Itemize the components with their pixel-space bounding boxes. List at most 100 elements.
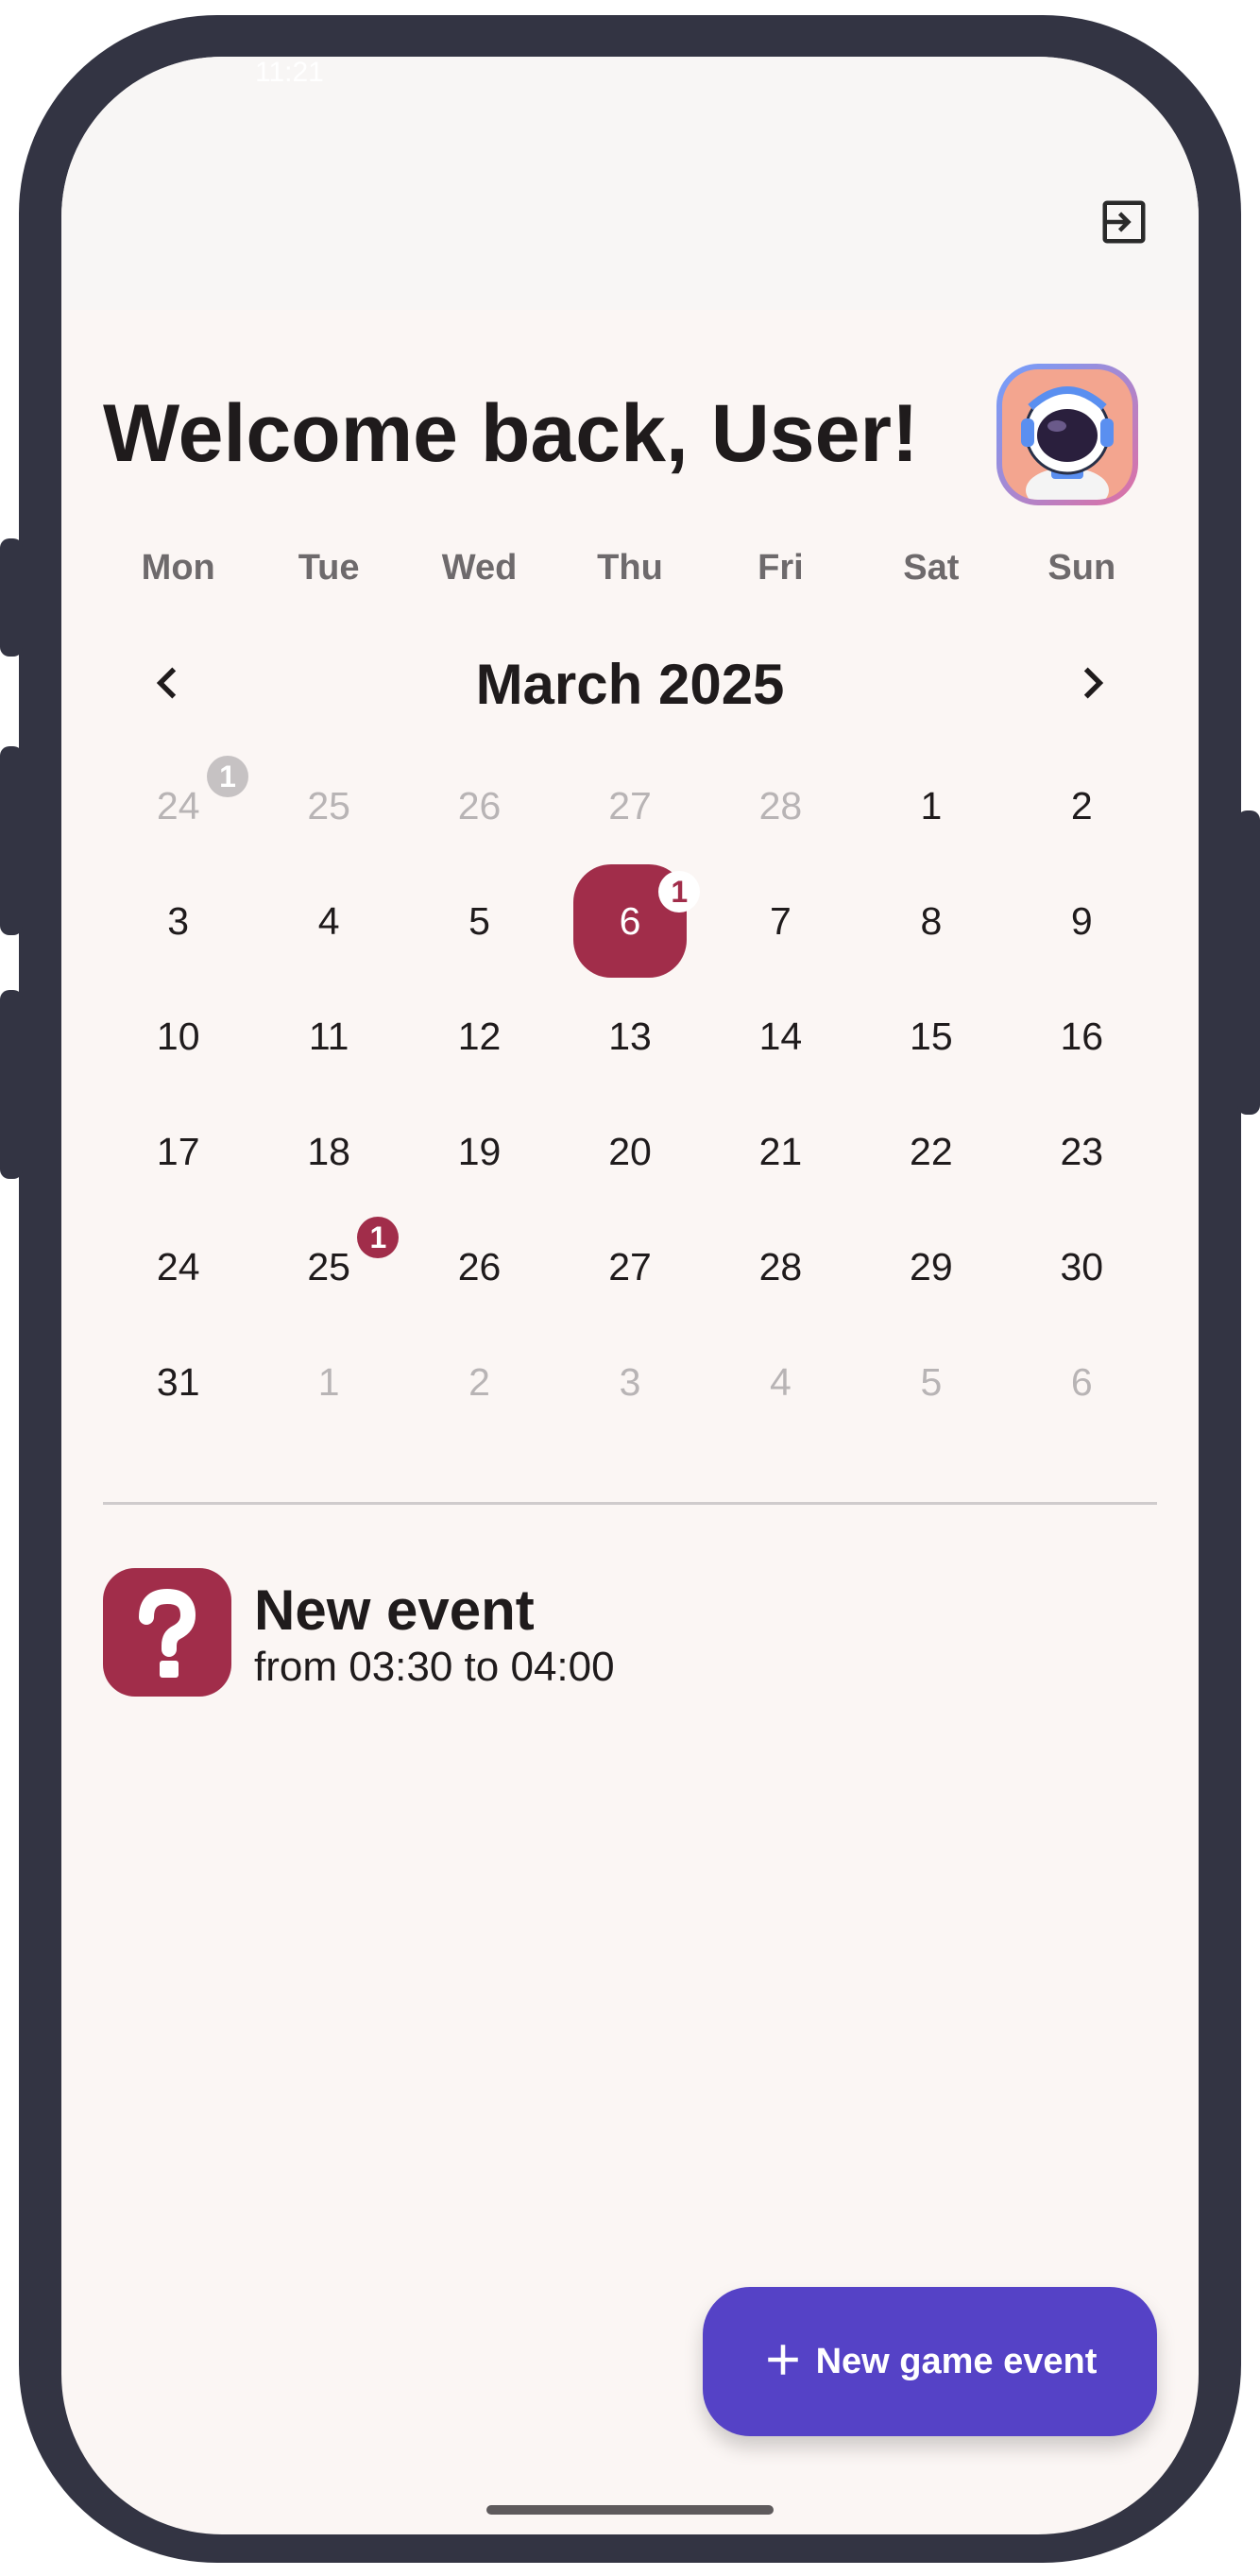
calendar-day[interactable]: 3 [103,863,253,979]
calendar-day[interactable]: 14 [706,979,856,1094]
logout-icon[interactable] [1098,196,1149,247]
calendar-day-number: 4 [317,898,340,943]
calendar-day-number: 3 [167,898,190,943]
calendar-day[interactable]: 1 [856,748,1006,863]
side-button-right [1237,810,1260,1115]
calendar-day-number: 25 [307,783,350,827]
question-mark-icon [103,1568,231,1697]
calendar-day[interactable]: 24 [103,1209,253,1324]
calendar-day[interactable]: 25 1 [253,1209,403,1324]
calendar-day-number: 20 [608,1129,652,1173]
calendar-day[interactable]: 19 [404,1094,554,1209]
weekday-label: Wed [441,548,518,588]
calendar-day[interactable]: 4 [706,1324,856,1440]
calendar-day[interactable]: 12 [404,979,554,1094]
app-screen: 11:21 Welcome back, User! MonTueWedTh [61,57,1199,2534]
month-navigation: March 2025 [103,642,1157,727]
calendar-day[interactable]: 2 [1007,748,1157,863]
weekday-label: Mon [141,548,215,588]
calendar-day-number: 24 [156,783,200,827]
calendar-grid: 24 1 25 26 27 28 1 2 3 4 5 6 1 7 8 9 10 11 12 13 14 15 16 17 18 1… [103,748,1157,1440]
calendar-day[interactable]: 10 [103,979,253,1094]
calendar-day[interactable]: 1 [253,1324,403,1440]
calendar-day-number: 2 [468,1359,490,1404]
calendar-day[interactable]: 31 [103,1324,253,1440]
calendar-day-number: 5 [920,1359,943,1404]
calendar-day-number: 27 [608,783,652,827]
calendar-day[interactable]: 27 [554,1209,705,1324]
weekday-header: Mon Tue Wed Thu Fri Sat Sun [103,548,1157,589]
calendar-day-number: 22 [910,1129,953,1173]
event-time: from 03:30 to 04:00 [254,1644,615,1690]
calendar-day[interactable]: 5 [856,1324,1006,1440]
calendar-day-number: 26 [457,783,502,827]
calendar-day[interactable]: 13 [554,979,705,1094]
weekday-label: Tue [298,548,360,588]
calendar-day[interactable]: 15 [856,979,1006,1094]
calendar-day[interactable]: 29 [856,1209,1006,1324]
astronaut-icon [1002,369,1132,500]
calendar-day[interactable]: 6 [1007,1324,1157,1440]
calendar-day-number: 18 [307,1129,350,1173]
calendar-day-number: 7 [770,898,792,943]
calendar-day[interactable]: 3 [554,1324,705,1440]
home-indicator[interactable] [486,2505,774,2515]
fab-label: New game event [815,2341,1098,2381]
calendar-day-number: 1 [317,1359,340,1404]
calendar-day[interactable]: 18 [253,1094,403,1209]
calendar-day[interactable]: 22 [856,1094,1006,1209]
weekday-label: Fri [758,548,804,588]
calendar-day-selected[interactable]: 61 [554,863,705,979]
divider [103,1502,1157,1505]
calendar-day[interactable]: 20 [554,1094,705,1209]
calendar-day-number: 24 [156,1244,200,1288]
event-item[interactable]: New event from 03:30 to 04:00 [103,1568,1157,1700]
calendar-day[interactable]: 26 [404,1209,554,1324]
calendar-day-number: 26 [457,1244,502,1288]
calendar-day[interactable]: 27 [554,748,705,863]
calendar-day[interactable]: 8 [856,863,1006,979]
new-game-event-button[interactable]: New game event [703,2287,1157,2436]
calendar-day[interactable]: 5 [404,863,554,979]
side-button-1 [0,538,23,657]
calendar-day-number: 2 [1070,783,1093,827]
calendar-day-number: 27 [608,1244,652,1288]
side-button-2 [0,746,23,935]
calendar-day-number: 8 [920,898,943,943]
calendar-day[interactable]: 11 [253,979,403,1094]
chevron-right-icon[interactable] [1068,659,1115,707]
calendar-day-number: 28 [758,783,803,827]
calendar-day[interactable]: 28 [706,748,856,863]
calendar-day-number: 19 [457,1129,502,1173]
calendar-day[interactable]: 23 [1007,1094,1157,1209]
calendar-day[interactable]: 28 [706,1209,856,1324]
side-button-3 [0,990,23,1179]
user-avatar[interactable] [996,364,1138,505]
calendar-day-number: 30 [1060,1244,1104,1288]
calendar-day[interactable]: 2 [404,1324,554,1440]
calendar-day-number: 29 [910,1244,953,1288]
calendar-day-number: 31 [156,1359,200,1404]
calendar-day[interactable]: 26 [404,748,554,863]
plus-icon [763,2340,803,2384]
calendar-day[interactable]: 7 [706,863,856,979]
calendar-day-number: 3 [619,1359,641,1404]
calendar-day-number: 13 [608,1014,652,1058]
calendar-day-number: 4 [770,1359,792,1404]
event-title: New event [254,1578,535,1642]
calendar-day[interactable]: 25 [253,748,403,863]
calendar-day[interactable]: 21 [706,1094,856,1209]
calendar-day-number: 6 [1070,1359,1093,1404]
calendar-day-number: 10 [156,1014,200,1058]
calendar-day-number: 17 [156,1129,200,1173]
calendar-day[interactable]: 16 [1007,979,1157,1094]
weekday-label: Sun [1047,548,1116,588]
calendar-day[interactable]: 30 [1007,1209,1157,1324]
calendar-day-number: 21 [758,1129,803,1173]
calendar-day-number: 16 [1060,1014,1104,1058]
calendar-day-number: 9 [1070,898,1093,943]
calendar-day[interactable]: 17 [103,1094,253,1209]
calendar-day[interactable]: 24 1 [103,748,253,863]
calendar-day[interactable]: 9 [1007,863,1157,979]
calendar-day[interactable]: 4 [253,863,403,979]
